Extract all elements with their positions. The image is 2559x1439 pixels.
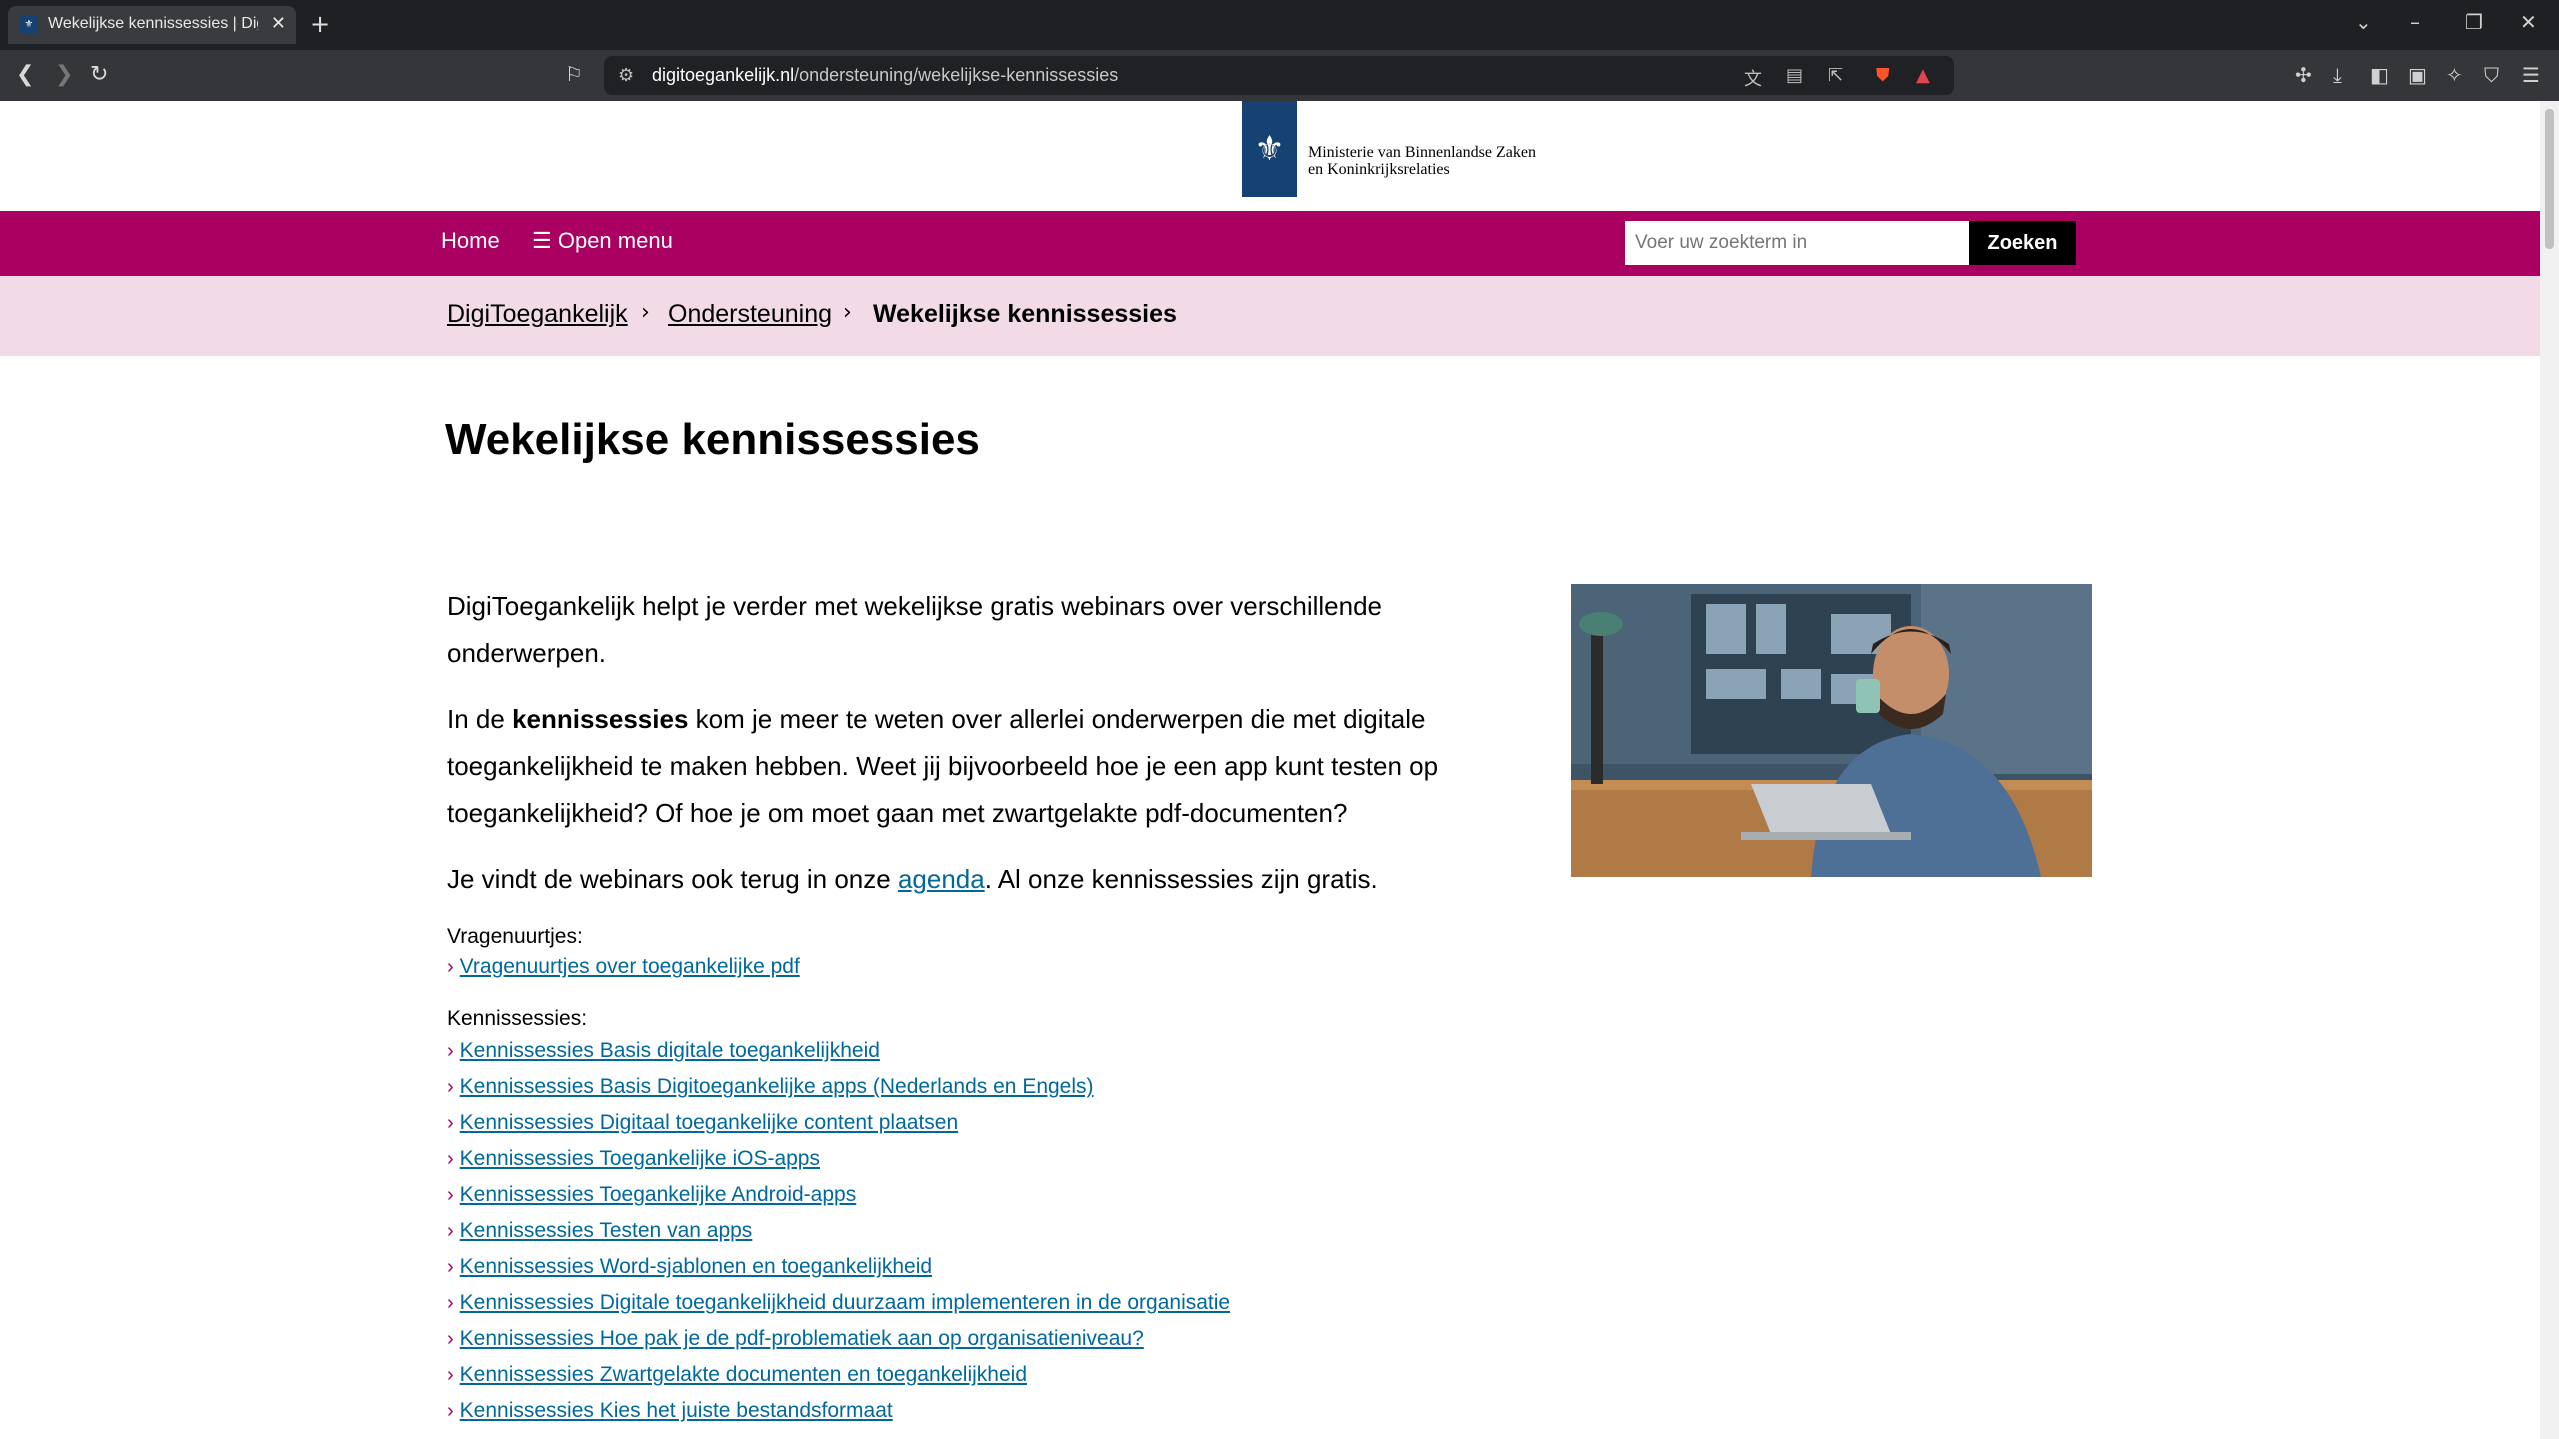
rijksoverheid-logo[interactable]: ⚜ (1242, 101, 1297, 197)
list-item: › Kennissessies Toegankelijke Android-app… (447, 1183, 856, 1213)
chevron-right-icon: › (447, 1292, 454, 1314)
ministry-line-1: Ministerie van Binnenlandse Zaken (1308, 144, 1536, 161)
site-favicon-icon: ⚜ (20, 16, 38, 34)
brave-rewards-icon[interactable]: ▲ (1916, 65, 1930, 86)
vragenuurtjes-label: Vragenuurtjes: (447, 925, 583, 948)
kennissessie-link[interactable]: Kennissessies Zwartgelakte documenten en… (460, 1363, 1027, 1386)
list-item: › Kennissessies Digitale toegankelijkheid… (447, 1291, 1230, 1321)
kennissessies-label: Kennissessies: (447, 1007, 588, 1030)
chevron-right-icon: › (447, 1040, 454, 1062)
kennissessie-link[interactable]: Kennissessies Basis digitale toegankelij… (460, 1039, 880, 1062)
list-item: › Kennissessies Word-sjablonen en toegank… (447, 1255, 932, 1285)
new-tab-icon[interactable]: + (310, 10, 330, 38)
kennissessie-link[interactable]: Kennissessies Basis Digitoegankelijke ap… (460, 1075, 1094, 1098)
list-item: › Kennissessies Zwartgelakte documenten e… (447, 1363, 1027, 1393)
list-item: › Kennissessies Hoe pak je de pdf-problem… (447, 1327, 1144, 1357)
scrollbar-thumb[interactable] (2545, 109, 2554, 249)
search-input[interactable] (1625, 221, 1969, 265)
nav-home-link[interactable]: Home (441, 228, 500, 254)
open-menu-button[interactable]: ☰ Open menu (532, 228, 673, 254)
downloads-icon[interactable]: ⤓ (2333, 63, 2342, 87)
kennissessie-link[interactable]: Kennissessies Toegankelijke iOS-apps (460, 1147, 820, 1170)
restore-icon[interactable]: ❐ (2465, 10, 2483, 34)
kennissessie-link[interactable]: Kennissessies Toegankelijke Android-apps (460, 1183, 857, 1206)
list-item: › Kennissessies Kies het juiste bestandsf… (447, 1399, 893, 1429)
browser-tab[interactable]: ⚜ Wekelijkse kennissessies | DigiToegank… (8, 6, 296, 44)
kennissessies-paragraph: In de kennissessies kom je meer te weten… (447, 704, 1439, 828)
tab-search-chevron-icon[interactable]: ⌄ (2355, 10, 2372, 34)
hamburger-icon: ☰ (532, 228, 558, 253)
breadcrumb-ondersteuning[interactable]: Ondersteuning (668, 300, 832, 329)
wallet-icon[interactable]: ▣ (2408, 63, 2427, 87)
coat-of-arms-icon: ⚜ (1254, 129, 1285, 169)
chevron-right-icon: › (447, 1076, 454, 1098)
search-button[interactable]: Zoeken (1969, 221, 2076, 265)
close-tab-icon[interactable]: ✕ (271, 13, 286, 34)
brave-shield-icon[interactable]: ⛊ (1876, 65, 1890, 86)
site-header: ⚜ Ministerie van Binnenlandse Zaken en K… (0, 101, 2540, 211)
chevron-right-icon: › (447, 1400, 454, 1422)
list-item: › Kennissessies Toegankelijke iOS-apps (447, 1147, 820, 1177)
tab-title: Wekelijkse kennissessies | DigiToegankel… (48, 15, 258, 32)
browser-toolbar: ❮ ❯ ↻ ⚐ ⚙ digitoegankelijk.nl/ondersteun… (0, 50, 2559, 101)
chevron-right-icon: › (447, 1364, 454, 1386)
kennissessie-link[interactable]: Kennissessies Hoe pak je de pdf-problema… (460, 1327, 1144, 1350)
open-menu-label: Open menu (557, 228, 673, 253)
ministry-name: Ministerie van Binnenlandse Zaken en Kon… (1308, 144, 1536, 178)
breadcrumb-separator-icon: › (843, 300, 852, 325)
list-item: › Kennissessies Basis digitale toegankeli… (447, 1039, 880, 1069)
intro-paragraph: DigiToegankelijk helpt je verder met wek… (447, 591, 1382, 668)
page-scrollbar[interactable] (2540, 101, 2559, 1439)
breadcrumb-separator-icon: › (641, 300, 650, 325)
chevron-right-icon: › (447, 1148, 454, 1170)
chevron-right-icon: › (447, 956, 454, 978)
share-icon[interactable]: ⇱ (1828, 65, 1843, 86)
chevron-right-icon: › (447, 1256, 454, 1278)
extensions-icon[interactable]: ✣ (2295, 63, 2312, 87)
list-item: › Vragenuurtjes over toegankelijke pdf (447, 955, 800, 985)
list-item: › Kennissessies Basis Digitoegankelijke a… (447, 1075, 1094, 1105)
forward-icon[interactable]: ❯ (55, 62, 73, 87)
kennissessie-link[interactable]: Kennissessies Kies het juiste bestandsfo… (460, 1399, 893, 1422)
menu-icon[interactable]: ☰ (2522, 63, 2540, 87)
man-with-laptop-photo (1571, 584, 2092, 877)
main-navigation: Home ☰ Open menu Zoeken (0, 211, 2540, 276)
list-item: › Kennissessies Digitaal toegankelijke co… (447, 1111, 958, 1141)
vragenuurtje-link[interactable]: Vragenuurtjes over toegankelijke pdf (460, 955, 800, 978)
back-icon[interactable]: ❮ (16, 62, 34, 87)
chevron-right-icon: › (447, 1184, 454, 1206)
list-item: › Kennissessies Testen van apps (447, 1219, 752, 1249)
address-bar[interactable]: ⚙ digitoegankelijk.nl/ondersteuning/weke… (604, 56, 1954, 95)
vpn-icon[interactable]: ⛉ (2484, 63, 2499, 87)
ministry-line-2: en Koninkrijksrelaties (1308, 161, 1450, 178)
page-title: Wekelijkse kennissessies (445, 415, 980, 464)
close-window-icon[interactable]: ✕ (2520, 10, 2537, 34)
browser-tab-bar: ⚜ Wekelijkse kennissessies | DigiToegank… (0, 0, 2559, 50)
chevron-right-icon: › (447, 1328, 454, 1350)
kennissessie-link[interactable]: Kennissessies Word-sjablonen en toeganke… (460, 1255, 932, 1278)
site-settings-icon[interactable]: ⚙ (618, 65, 634, 86)
chevron-right-icon: › (447, 1220, 454, 1242)
chevron-right-icon: › (447, 1112, 454, 1134)
kennissessie-link[interactable]: Kennissessies Testen van apps (460, 1219, 753, 1242)
reload-icon[interactable]: ↻ (90, 62, 108, 87)
reader-mode-icon[interactable]: ▤ (1786, 65, 1803, 86)
minimize-icon[interactable]: – (2410, 10, 2420, 34)
agenda-paragraph: Je vindt de webinars ook terug in onze a… (447, 864, 1378, 894)
breadcrumb-current: Wekelijkse kennissessies (873, 300, 1177, 328)
kennissessie-link[interactable]: Kennissessies Digitale toegankelijkheid … (460, 1291, 1230, 1314)
bookmark-icon[interactable]: ⚐ (565, 62, 583, 86)
breadcrumb: DigiToegankelijk › Ondersteuning › Wekel… (0, 276, 2540, 356)
translate-icon[interactable]: 文 (1744, 65, 1762, 91)
kennissessie-link[interactable]: Kennissessies Digitaal toegankelijke con… (460, 1111, 958, 1134)
leo-ai-icon[interactable]: ✧ (2446, 63, 2463, 87)
url-text: digitoegankelijk.nl/ondersteuning/wekeli… (652, 65, 1119, 85)
sidebar-icon[interactable]: ◧ (2370, 63, 2389, 87)
breadcrumb-digitoegankelijk[interactable]: DigiToegankelijk (447, 300, 628, 329)
agenda-link[interactable]: agenda (898, 864, 985, 894)
